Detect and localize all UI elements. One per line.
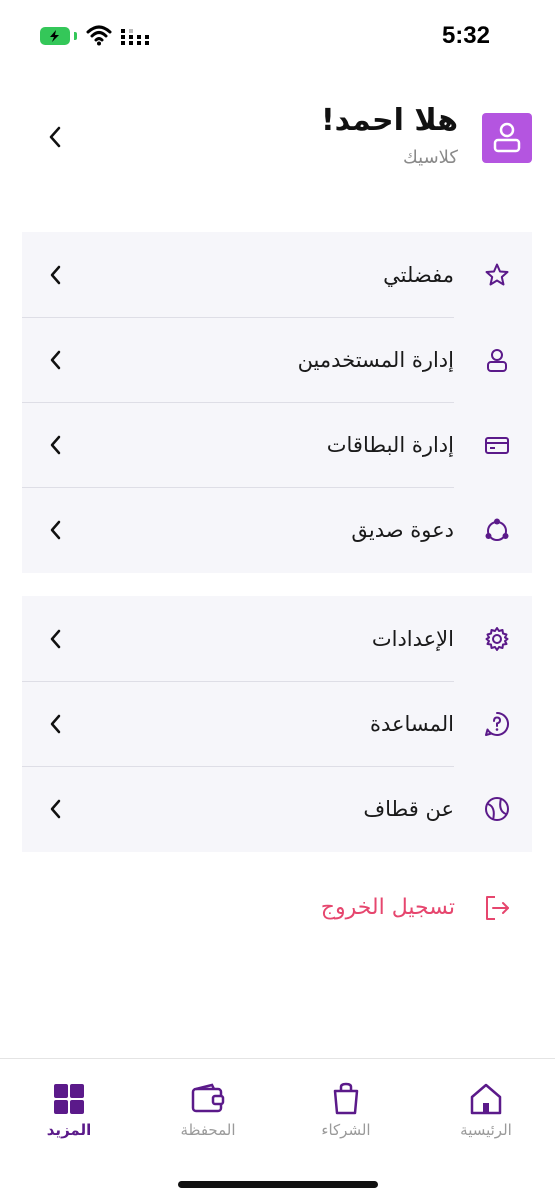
bag-icon	[333, 1082, 359, 1115]
menu-item-label: عن قطاف	[363, 797, 454, 821]
tab-label: المحفظة	[180, 1121, 236, 1139]
chevron-left-icon	[50, 350, 61, 370]
chevron-left-icon	[50, 435, 61, 455]
status-time: 5:32	[441, 22, 490, 49]
chevron-left-icon	[50, 265, 61, 285]
wallet-icon	[191, 1083, 225, 1113]
menu-item-label: إدارة المستخدمين	[297, 348, 454, 372]
gear-icon	[485, 627, 509, 651]
menu-item-label: المساعدة	[369, 712, 454, 736]
user-icon	[487, 349, 507, 372]
chevron-left-icon	[50, 714, 61, 734]
card-icon	[485, 437, 509, 454]
menu-card-support: الإعدادات المساعدة عن قطاف	[22, 596, 532, 852]
help-icon	[485, 711, 509, 736]
status-bar: 5:32	[0, 0, 555, 75]
menu-item-settings[interactable]: الإعدادات	[22, 596, 532, 682]
chevron-left-icon	[50, 629, 61, 649]
logout-label: تسجيل الخروج	[320, 895, 455, 920]
menu-item-label: دعوة صديق	[351, 518, 454, 542]
tab-label: الرئيسية	[460, 1121, 512, 1139]
menu-item-invite-friend[interactable]: دعوة صديق	[22, 487, 532, 573]
grid-icon	[54, 1084, 84, 1114]
menu-item-cards[interactable]: إدارة البطاقات	[22, 402, 532, 488]
menu-item-about[interactable]: عن قطاف	[22, 766, 532, 852]
menu-item-label: الإعدادات	[371, 627, 454, 651]
chevron-left-icon[interactable]	[48, 125, 62, 149]
menu-card-main: مفضلتي إدارة المستخدمين إدارة البطاقات د…	[22, 232, 532, 573]
avatar	[482, 113, 532, 163]
tab-more[interactable]: المزيد	[9, 1081, 129, 1151]
plan-label: كلاسيك	[403, 147, 458, 168]
profile-header[interactable]: هلا احمد! كلاسيك	[0, 95, 555, 195]
battery-tip	[74, 32, 77, 40]
menu-item-users[interactable]: إدارة المستخدمين	[22, 317, 532, 403]
tab-label: المزيد	[46, 1121, 92, 1139]
greeting-text: هلا احمد!	[320, 103, 458, 138]
bottom-tab-bar: الرئيسية الشركاء المحفظة المزيد	[0, 1058, 555, 1201]
chevron-left-icon	[50, 799, 61, 819]
chevron-left-icon	[50, 520, 61, 540]
logout-button[interactable]: تسجيل الخروج	[0, 868, 555, 948]
menu-item-help[interactable]: المساعدة	[22, 681, 532, 767]
user-avatar-icon	[493, 122, 521, 153]
share-icon	[485, 518, 509, 541]
battery-icon	[40, 27, 70, 45]
menu-item-label: مفضلتي	[383, 263, 454, 287]
signal-icon	[121, 29, 149, 45]
star-icon	[485, 263, 509, 286]
home-indicator	[178, 1181, 378, 1188]
menu-item-label: إدارة البطاقات	[326, 433, 454, 457]
home-icon	[470, 1083, 502, 1115]
globe-icon	[485, 797, 509, 821]
tab-label: الشركاء	[321, 1121, 371, 1139]
tab-partners[interactable]: الشركاء	[286, 1081, 406, 1151]
tab-wallet[interactable]: المحفظة	[148, 1081, 268, 1151]
menu-item-favorites[interactable]: مفضلتي	[22, 232, 532, 318]
logout-icon	[486, 896, 509, 920]
wifi-icon	[86, 25, 112, 46]
tab-home[interactable]: الرئيسية	[426, 1081, 546, 1151]
